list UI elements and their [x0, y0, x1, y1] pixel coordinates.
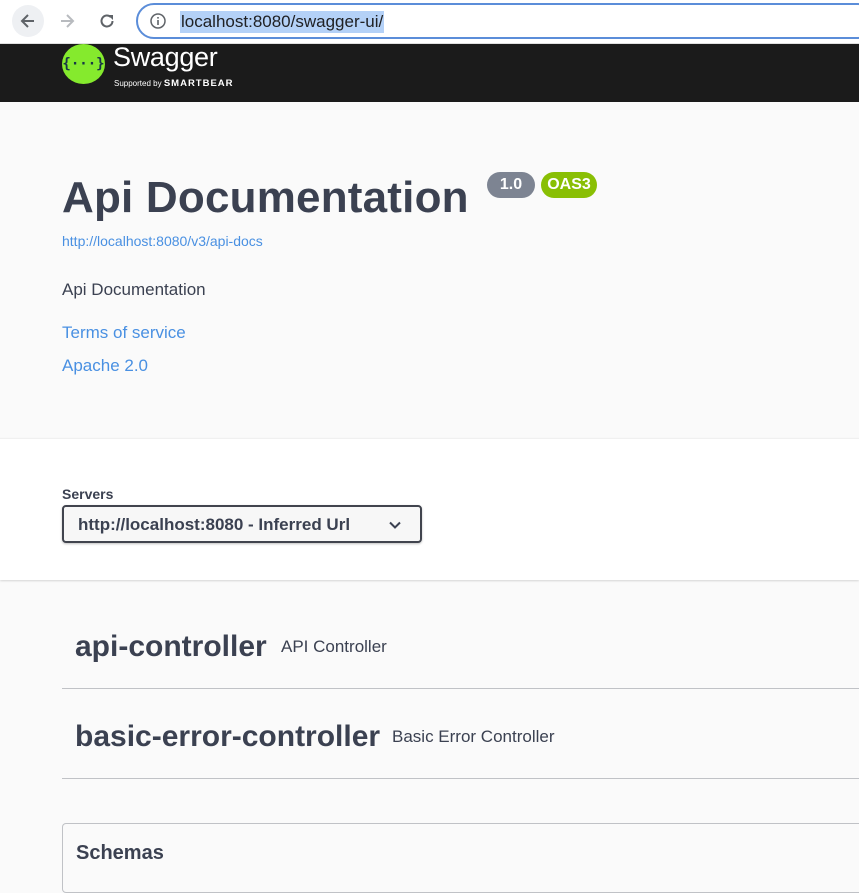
servers-label: Servers	[62, 486, 114, 502]
tag-name[interactable]: api-controller	[75, 630, 267, 664]
tag-section-api-controller[interactable]: api-controller API Controller	[62, 613, 859, 689]
chevron-down-icon	[389, 521, 401, 529]
address-url[interactable]: localhost:8080/swagger-ui/	[180, 11, 385, 33]
arrow-left-icon	[20, 14, 34, 28]
servers-section: Servers http://localhost:8080 - Inferred…	[0, 438, 859, 580]
swagger-topbar: {···} Swagger Supported by SMARTBEAR	[0, 42, 859, 102]
schemas-title[interactable]: Schemas	[76, 842, 164, 865]
swagger-logo-subtitle: Supported by SMARTBEAR	[114, 78, 234, 89]
api-info: Api Documentation 1.0 OAS3 http://localh…	[0, 102, 859, 438]
license-link[interactable]: Apache 2.0	[62, 356, 148, 376]
api-description: Api Documentation	[62, 280, 206, 299]
tag-description: API Controller	[281, 637, 387, 656]
swagger-logo-icon: {···}	[62, 44, 105, 84]
spec-url-link[interactable]: http://localhost:8080/v3/api-docs	[62, 233, 263, 249]
reload-icon	[100, 14, 114, 28]
swagger-logo[interactable]: {···} Swagger Supported by SMARTBEAR	[62, 42, 262, 102]
oas-badge: OAS3	[541, 172, 597, 198]
logo-sub-brand: SMARTBEAR	[163, 78, 234, 89]
forward-button[interactable]	[51, 5, 83, 37]
tag-description: Basic Error Controller	[392, 727, 555, 746]
arrow-right-icon	[61, 14, 75, 28]
back-button[interactable]	[12, 5, 44, 37]
address-bar[interactable]: localhost:8080/swagger-ui/	[136, 3, 859, 39]
server-select-value: http://localhost:8080 - Inferred Url	[78, 515, 351, 534]
browser-toolbar: localhost:8080/swagger-ui/	[0, 0, 859, 44]
schemas-section[interactable]: Schemas	[62, 823, 859, 893]
page-title: Api Documentation	[62, 173, 469, 222]
tag-section-basic-error-controller[interactable]: basic-error-controller Basic Error Contr…	[62, 703, 859, 779]
reload-button[interactable]	[91, 5, 123, 37]
swagger-logo-text: Swagger	[113, 42, 218, 72]
logo-sub-prefix: Supported by	[114, 79, 162, 88]
server-select[interactable]: http://localhost:8080 - Inferred Url	[62, 505, 422, 543]
version-badge: 1.0	[487, 172, 535, 198]
tag-name[interactable]: basic-error-controller	[75, 720, 380, 754]
terms-of-service-link[interactable]: Terms of service	[62, 323, 186, 343]
info-icon[interactable]	[150, 13, 166, 29]
